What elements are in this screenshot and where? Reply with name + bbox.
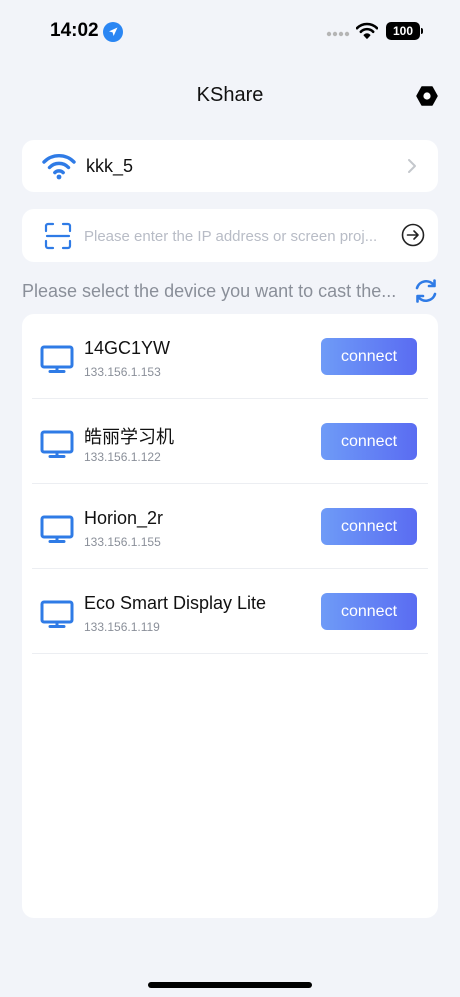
connect-button[interactable]: connect [321, 593, 417, 630]
page-title: KShare [196, 84, 264, 106]
wifi-network-row[interactable]: kkk_5 [22, 140, 438, 192]
battery-icon: 100 [386, 22, 420, 40]
list-item: Eco Smart Display Lite 133.156.1.119 con… [32, 569, 428, 654]
signal-dots-icon [326, 31, 350, 37]
device-ip: 133.156.1.122 [84, 450, 161, 464]
device-name: Horion_2r [84, 508, 164, 528]
device-select-hint: Please select the device you want to cas… [22, 281, 397, 301]
location-arrow-icon [103, 22, 123, 42]
connect-button[interactable]: connect [321, 338, 417, 375]
monitor-icon [40, 430, 74, 458]
device-ip: 133.156.1.153 [84, 365, 161, 379]
device-name: Eco Smart Display Lite [84, 593, 267, 613]
arrow-circle-right-icon[interactable] [401, 223, 425, 247]
monitor-icon [40, 600, 74, 628]
wifi-icon [356, 22, 378, 39]
refresh-icon[interactable] [412, 277, 440, 305]
ip-address-input[interactable] [84, 223, 392, 249]
connect-button[interactable]: connect [321, 423, 417, 460]
monitor-icon [40, 515, 74, 543]
wifi-icon [42, 154, 76, 180]
device-ip: 133.156.1.119 [84, 620, 160, 634]
ip-input-row [22, 209, 438, 262]
list-item: 皓丽学习机 133.156.1.122 connect [32, 399, 428, 484]
device-ip: 133.156.1.155 [84, 535, 161, 549]
scan-icon[interactable] [44, 222, 72, 250]
chevron-right-icon [408, 159, 416, 173]
battery-nub [421, 28, 423, 34]
status-bar: 14:02 100 [0, 0, 460, 62]
device-name: 14GC1YW [84, 338, 171, 358]
list-item: 14GC1YW 133.156.1.153 connect [32, 314, 428, 399]
status-time: 14:02 [50, 20, 99, 41]
connect-button[interactable]: connect [321, 508, 417, 545]
screen: 14:02 100 KShare kkk_5 Please enter the … [0, 0, 460, 997]
list-item: Horion_2r 133.156.1.155 connect [32, 484, 428, 569]
settings-icon[interactable] [416, 85, 438, 107]
wifi-network-name: kkk_5 [86, 156, 134, 176]
home-indicator [148, 982, 312, 988]
device-name: 皓丽学习机 [84, 427, 174, 447]
device-list: 14GC1YW 133.156.1.153 connect 皓丽学习机 133.… [22, 314, 438, 918]
monitor-icon [40, 345, 74, 373]
